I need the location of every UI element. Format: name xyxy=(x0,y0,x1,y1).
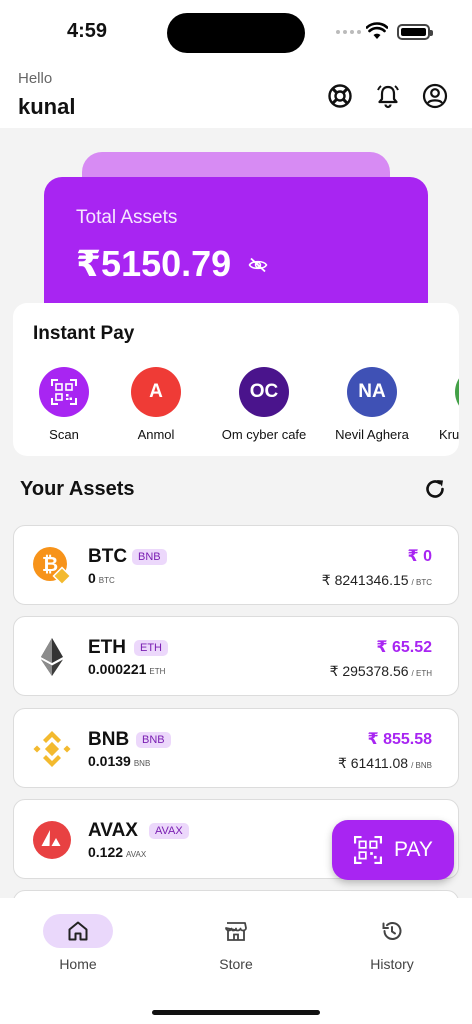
asset-rate-unit: / BTC xyxy=(411,578,432,587)
asset-inr-value: ₹ 855.58 xyxy=(367,731,432,748)
scan-avatar xyxy=(39,367,89,417)
nav-label: History xyxy=(370,956,414,972)
bottom-navigation: Home Store History xyxy=(0,898,472,1024)
asset-qty-unit: BNB xyxy=(133,759,151,768)
store-icon xyxy=(225,922,247,941)
contact-avatar xyxy=(455,367,459,417)
username: kunal xyxy=(18,94,76,119)
asset-rate-unit: / BNB xyxy=(411,761,432,770)
contact-avatar: OC xyxy=(239,367,289,417)
status-time: 4:59 xyxy=(67,20,108,42)
nav-item-history[interactable]: History xyxy=(332,914,452,972)
pay-fab-button[interactable]: PAY xyxy=(332,820,454,880)
lifebuoy-icon xyxy=(328,84,352,108)
nav-label: Store xyxy=(219,956,253,972)
asset-rate-value: ₹ 61411.08 xyxy=(337,755,409,771)
total-assets-label: Total Assets xyxy=(76,207,178,228)
instant-pay-contact[interactable]: Kru xyxy=(395,367,459,442)
instant-pay-label: Om cyber cafe xyxy=(221,427,307,442)
asset-qty-unit: ETH xyxy=(149,667,166,676)
asset-row-eth[interactable]: ETH ETH 0.000221 ETH ₹ 65.52 ₹ 295378.56/… xyxy=(13,616,459,696)
asset-symbol: ETH xyxy=(88,637,126,658)
asset-qty-unit: AVAX xyxy=(126,850,147,859)
eth-logo-icon xyxy=(32,637,72,677)
instant-pay-label: Kru xyxy=(439,427,459,442)
notifications-button[interactable] xyxy=(374,82,402,110)
asset-network-tag: ETH xyxy=(134,640,168,656)
asset-quantity: 0.000221 ETH xyxy=(88,661,165,677)
total-assets-card: Total Assets ₹5150.79 xyxy=(44,177,428,317)
signal-icon xyxy=(336,30,361,34)
home-indicator xyxy=(152,1010,320,1015)
asset-qty-value: 0.000221 xyxy=(88,661,147,677)
asset-qty-value: 0.122 xyxy=(88,844,124,860)
asset-rate-value: ₹ 8241346.15 xyxy=(321,572,409,588)
nav-item-store[interactable]: Store xyxy=(176,914,296,972)
your-assets-title: Your Assets xyxy=(20,478,135,500)
asset-network-tag: BNB xyxy=(136,732,171,748)
contact-avatar: A xyxy=(131,367,181,417)
app-header: Hello kunal xyxy=(0,62,472,128)
nav-pill xyxy=(357,914,427,948)
instant-pay-contact[interactable]: OC Om cyber cafe xyxy=(204,367,324,442)
status-bar: 4:59 xyxy=(0,0,472,62)
wifi-icon xyxy=(366,22,388,39)
nav-item-home[interactable]: Home xyxy=(18,914,138,972)
nav-label: Home xyxy=(59,956,97,972)
asset-qty-unit: BTC xyxy=(98,576,115,585)
qr-scan-icon xyxy=(354,836,382,864)
asset-inr-value: ₹ 0 xyxy=(407,548,432,565)
asset-quantity: 0.0139 BNB xyxy=(88,753,150,769)
svg-text:₿: ₿ xyxy=(42,552,58,576)
hide-balance-icon[interactable] xyxy=(248,257,268,273)
battery-icon xyxy=(397,24,433,40)
nav-active-pill xyxy=(43,914,113,948)
asset-rate-value: ₹ 295378.56 xyxy=(329,663,409,679)
dynamic-island xyxy=(167,13,305,53)
bell-icon xyxy=(377,85,399,109)
asset-quantity: 0 BTC xyxy=(88,570,115,586)
avax-logo-icon xyxy=(32,820,72,860)
asset-network-tag: BNB xyxy=(132,549,167,565)
asset-qty-value: 0.0139 xyxy=(88,753,131,769)
asset-rate-unit: / ETH xyxy=(411,669,432,678)
history-icon xyxy=(382,922,402,940)
asset-inr-value: ₹ 65.52 xyxy=(376,639,432,656)
asset-rate: ₹ 295378.56/ ETH xyxy=(330,663,432,680)
instant-pay-title: Instant Pay xyxy=(33,323,135,344)
asset-symbol: AVAX xyxy=(88,820,138,841)
profile-button[interactable] xyxy=(421,82,449,110)
instant-pay-label: Anmol xyxy=(137,427,175,442)
instant-pay-contact[interactable]: A Anmol xyxy=(96,367,216,442)
asset-row-bnb[interactable]: BNB BNB 0.0139 BNB ₹ 855.58 ₹ 61411.08/ B… xyxy=(13,708,459,788)
instant-pay-panel: Instant Pay Scan A Anmol OC Om cyber caf… xyxy=(13,303,459,456)
bnb-logo-icon xyxy=(32,729,72,769)
asset-network-tag: AVAX xyxy=(149,823,189,839)
btc-logo-icon: ₿ xyxy=(32,546,72,586)
support-button[interactable] xyxy=(326,82,354,110)
asset-quantity: 0.122 AVAX xyxy=(88,844,146,860)
account-circle-icon xyxy=(422,83,448,109)
asset-symbol: BTC xyxy=(88,546,128,567)
asset-rate: ₹ 61411.08/ BNB xyxy=(338,755,432,772)
greeting-text: Hello xyxy=(18,70,53,87)
asset-row-btc[interactable]: ₿ BTC BNB 0 BTC ₹ 0 ₹ 8241346.15/ BTC xyxy=(13,525,459,605)
qr-scan-icon xyxy=(51,379,77,405)
contact-avatar: NA xyxy=(347,367,397,417)
refresh-icon[interactable] xyxy=(423,477,447,501)
asset-symbol: BNB xyxy=(88,729,130,750)
nav-pill xyxy=(201,914,271,948)
total-assets-value: ₹5150.79 xyxy=(76,243,232,284)
asset-qty-value: 0 xyxy=(88,570,96,586)
asset-rate: ₹ 8241346.15/ BTC xyxy=(322,572,432,589)
home-icon xyxy=(68,921,88,941)
pay-fab-label: PAY xyxy=(394,838,433,861)
